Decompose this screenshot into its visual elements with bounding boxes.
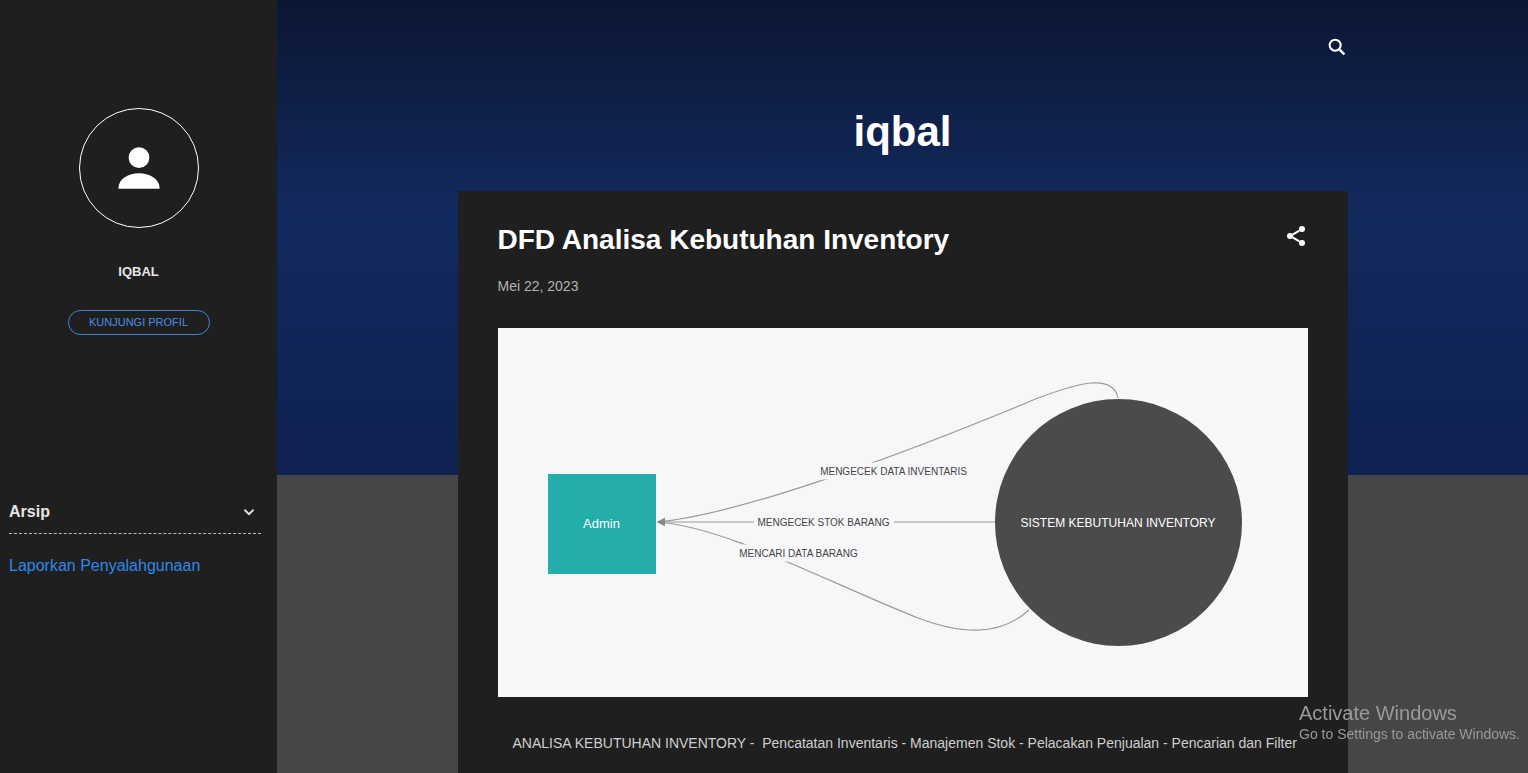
flow-label: MENGECEK DATA INVENTARIS (816, 463, 971, 480)
chevron-icon (240, 503, 258, 521)
entity-node: Admin (548, 474, 656, 574)
search-button[interactable] (1326, 34, 1348, 58)
watermark-subtitle: Go to Settings to activate Windows. (1299, 725, 1520, 743)
blog-title[interactable]: iqbal (277, 107, 1528, 157)
post-header: DFD Analisa Kebutuhan Inventory (498, 223, 1308, 257)
flow-label: MENCARI DATA BARANG (735, 545, 862, 562)
profile-name: IQBAL (0, 262, 277, 282)
windows-watermark: Activate WindowsGo to Settings to activa… (1299, 701, 1520, 743)
post-body: ANALISA KEBUTUHAN INVENTORY - Pencatatan… (498, 732, 1308, 755)
divider (9, 533, 261, 534)
avatar[interactable] (79, 108, 199, 228)
profile-button[interactable]: KUNJUNGI PROFIL (68, 310, 210, 335)
report-link[interactable]: Laporkan Penyalahgunaan (9, 554, 277, 578)
person-icon (108, 137, 170, 199)
archive-label: Arsip (9, 500, 50, 524)
dfd-diagram: Admin SISTEM KEBUTUHAN INVENTORY MENGECEK … (498, 328, 1308, 697)
header-bar (277, 0, 1528, 58)
main-area: iqbal DFD Analisa Kebutuhan Inventory Mei … (277, 0, 1528, 773)
sidebar: IQBAL KUNJUNGI PROFIL Arsip Laporkan Penyal… (0, 0, 277, 773)
share-icon (1284, 224, 1308, 248)
post-date: Mei 22, 2023 (498, 276, 1308, 296)
node-label: SISTEM KEBUTUHAN INVENTORY (1021, 514, 1216, 532)
post-title[interactable]: DFD Analisa Kebutuhan Inventory (498, 223, 950, 257)
post-card: DFD Analisa Kebutuhan Inventory Mei 22, 2… (458, 191, 1348, 773)
archive-toggle[interactable]: Arsip (0, 499, 277, 525)
search-icon (1326, 36, 1348, 58)
share-button[interactable] (1284, 223, 1308, 248)
node-label: Admin (583, 514, 620, 534)
process-node: SISTEM KEBUTUHAN INVENTORY (995, 399, 1242, 646)
flow-label: MENGECEK STOK BARANG (753, 514, 893, 531)
watermark-title: Activate Windows (1299, 701, 1520, 725)
flow-line (658, 522, 1029, 630)
